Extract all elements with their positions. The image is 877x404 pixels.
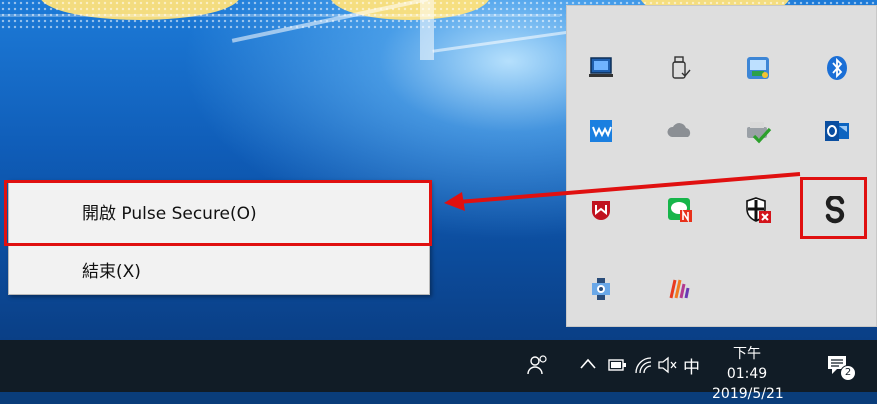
clock-time: 下午 01:49: [726, 346, 768, 382]
wifi-icon[interactable]: [633, 355, 655, 375]
app-stripes-icon[interactable]: [665, 274, 695, 304]
show-hidden-icons-chevron-icon[interactable]: [578, 354, 598, 374]
wacom-icon[interactable]: [586, 116, 616, 146]
people-icon[interactable]: [524, 352, 550, 378]
clock-date: 2019/5/21: [712, 386, 784, 402]
menu-item-highlight: [4, 180, 432, 246]
laptop-icon[interactable]: [586, 53, 616, 83]
printer-check-icon[interactable]: [743, 116, 773, 146]
wallpaper-beam: [0, 14, 560, 17]
network-display-icon[interactable]: [743, 53, 773, 83]
wallpaper-beam: [432, 30, 572, 53]
menu-item-exit[interactable]: 結束(X): [9, 247, 429, 292]
settings-gear-icon[interactable]: [586, 274, 616, 304]
notification-count-badge: 2: [840, 365, 856, 381]
taskbar: 中 下午 01:49 2019/5/21 2: [0, 340, 877, 402]
menu-item-exit-label: 結束(X): [82, 262, 141, 282]
pulse-secure-icon-highlight: [800, 177, 867, 239]
input-method-indicator[interactable]: 中: [683, 353, 700, 378]
battery-icon[interactable]: [607, 355, 629, 375]
pointer-arrow: [444, 172, 801, 211]
usb-drive-icon[interactable]: [665, 53, 695, 83]
action-center-icon[interactable]: 2: [825, 352, 856, 381]
onedrive-icon[interactable]: [665, 116, 695, 146]
bluetooth-icon[interactable]: [822, 53, 852, 83]
outlook-icon[interactable]: [822, 116, 852, 146]
volume-muted-icon[interactable]: [657, 355, 679, 375]
clock[interactable]: 下午 01:49 2019/5/21: [712, 344, 784, 404]
